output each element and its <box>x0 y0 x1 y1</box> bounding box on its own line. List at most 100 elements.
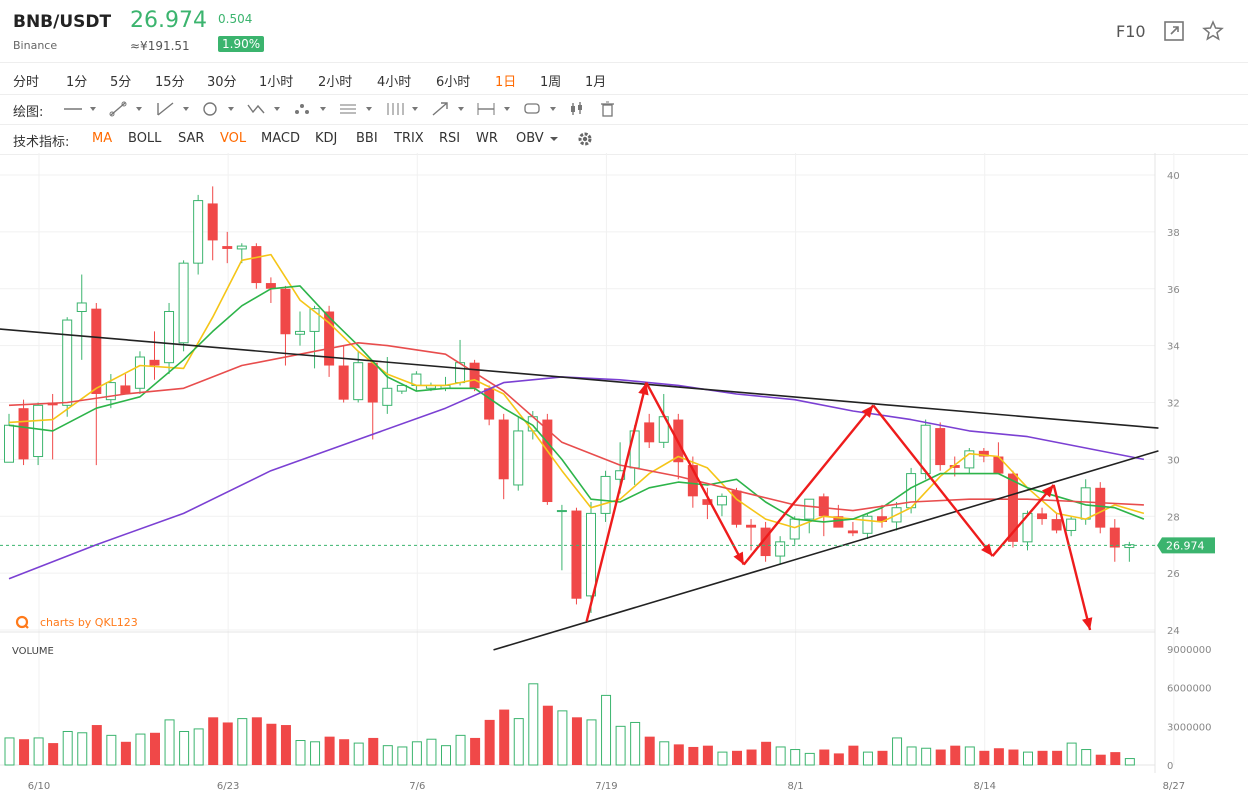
volume-bar <box>484 719 495 765</box>
volume-bar <box>324 736 335 765</box>
volume-bar <box>586 719 597 766</box>
timeframe-3[interactable]: 15分 <box>155 71 185 90</box>
candle-body <box>556 510 567 513</box>
indicator-ma[interactable]: MA <box>92 131 112 146</box>
volume-bar <box>353 742 364 766</box>
range-tool-icon[interactable] <box>476 100 516 118</box>
volume-bar <box>601 694 612 766</box>
candle-body <box>746 524 757 528</box>
candle-body <box>804 498 815 520</box>
volume-bar <box>164 719 175 766</box>
volume-tick-label: 9000000 <box>1167 645 1212 656</box>
candle-body <box>120 385 131 394</box>
timeframe-10[interactable]: 1周 <box>540 71 561 90</box>
volume-bar <box>441 745 451 766</box>
star-icon[interactable] <box>1202 20 1224 42</box>
volume-bar <box>528 683 539 766</box>
channel-tool-icon[interactable] <box>384 100 424 118</box>
last-price: 26.974 <box>130 8 207 33</box>
price-tick-label: 24 <box>1167 626 1180 637</box>
red-arrow-segment <box>742 404 875 566</box>
ray-tool-icon[interactable] <box>155 100 195 118</box>
obv-dropdown-icon[interactable] <box>548 130 560 148</box>
timeframe-9[interactable]: 1日 <box>495 71 516 90</box>
volume-bar <box>1095 754 1106 765</box>
candle-body <box>498 419 509 480</box>
zigzag-tool-icon[interactable] <box>246 100 286 118</box>
arrow-tool-icon[interactable] <box>430 100 470 118</box>
date-tick-label: 7/6 <box>409 781 425 792</box>
volume-bar <box>4 737 15 766</box>
indicator-obv[interactable]: OBV <box>516 131 544 146</box>
indicator-bar: 技术指标: MA BOLL SAR VOL MACD KDJ BBI TRIX RSI WR OBV <box>0 124 1248 155</box>
text-tool-icon[interactable] <box>522 100 562 118</box>
drawing-label: 绘图: <box>13 105 44 120</box>
pattern-tool-icon[interactable] <box>292 100 332 118</box>
indicator-rsi[interactable]: RSI <box>439 131 460 146</box>
chart-area[interactable]: 40 38 36 34 32 30 28 26 24 6/10 6/23 7/6 7/19 8/1 8/14… <box>0 153 1248 812</box>
candle-body <box>236 245 247 250</box>
timeframe-8[interactable]: 6小时 <box>436 71 470 90</box>
indicator-boll[interactable]: BOLL <box>128 131 161 146</box>
volume-bar <box>935 749 946 765</box>
date-tick-label: 6/23 <box>217 781 239 792</box>
indicator-wr[interactable]: WR <box>476 131 498 146</box>
volume-bar <box>673 744 684 765</box>
candlestick-chart[interactable]: 40 38 36 34 32 30 28 26 24 6/10 6/23 7/6 7/19 8/1 8/14… <box>0 153 1248 808</box>
candle-body <box>33 404 44 458</box>
timeframe-4[interactable]: 30分 <box>207 71 237 90</box>
volume-bar <box>1037 750 1048 765</box>
segment-tool-icon[interactable] <box>108 100 148 118</box>
volume-bar <box>455 734 466 766</box>
indicator-bbi[interactable]: BBI <box>356 131 378 146</box>
circle-tool-icon[interactable] <box>200 100 240 118</box>
indicator-kdj[interactable]: KDJ <box>315 131 337 146</box>
price-tick-label: 34 <box>1167 342 1180 353</box>
candle-body <box>862 515 873 534</box>
volume-bar <box>19 739 30 765</box>
volume-bar <box>280 725 291 765</box>
candle-body <box>134 356 145 389</box>
timeframe-5[interactable]: 1小时 <box>259 71 293 90</box>
volume-bar <box>717 751 728 766</box>
candle-body <box>571 510 582 599</box>
timeframe-11[interactable]: 1月 <box>585 71 606 90</box>
candle-body <box>600 475 611 514</box>
volume-bar <box>135 733 146 766</box>
f10-button[interactable]: F10 <box>1116 22 1146 41</box>
fib-tool-icon[interactable] <box>338 100 378 118</box>
volume-bar <box>237 718 248 766</box>
candle-body <box>164 311 175 364</box>
candle-body <box>338 365 349 400</box>
volume-tick-label: 0 <box>1167 761 1173 772</box>
indicator-sar[interactable]: SAR <box>178 131 204 146</box>
volume-bar <box>950 745 961 765</box>
timeframe-1[interactable]: 1分 <box>66 71 87 90</box>
candle-body <box>644 422 655 443</box>
candle-body <box>193 200 204 264</box>
volume-bar <box>921 747 932 766</box>
volume-bar <box>702 745 713 765</box>
volume-bar <box>557 710 568 766</box>
trash-icon[interactable] <box>598 100 638 118</box>
volume-bar <box>193 728 204 766</box>
volume-bar <box>775 746 786 766</box>
volume-bar <box>1110 752 1121 765</box>
expand-icon[interactable] <box>1163 20 1185 42</box>
indicator-trix[interactable]: TRIX <box>394 131 424 146</box>
indicator-macd[interactable]: MACD <box>261 131 300 146</box>
volume-bar <box>630 721 641 766</box>
timeframe-2[interactable]: 5分 <box>110 71 131 90</box>
timeframe-0[interactable]: 分时 <box>13 71 39 90</box>
volume-bar <box>877 750 888 765</box>
candle-body <box>1095 487 1106 528</box>
candle-body <box>149 359 160 366</box>
timeframe-6[interactable]: 2小时 <box>318 71 352 90</box>
line-tool-icon[interactable] <box>62 100 102 118</box>
gear-icon[interactable] <box>576 130 594 148</box>
volume-bar <box>892 737 903 766</box>
timeframe-7[interactable]: 4小时 <box>377 71 411 90</box>
candle-body <box>775 541 786 557</box>
price-tick-label: 26 <box>1167 569 1180 580</box>
indicator-vol[interactable]: VOL <box>220 131 246 146</box>
